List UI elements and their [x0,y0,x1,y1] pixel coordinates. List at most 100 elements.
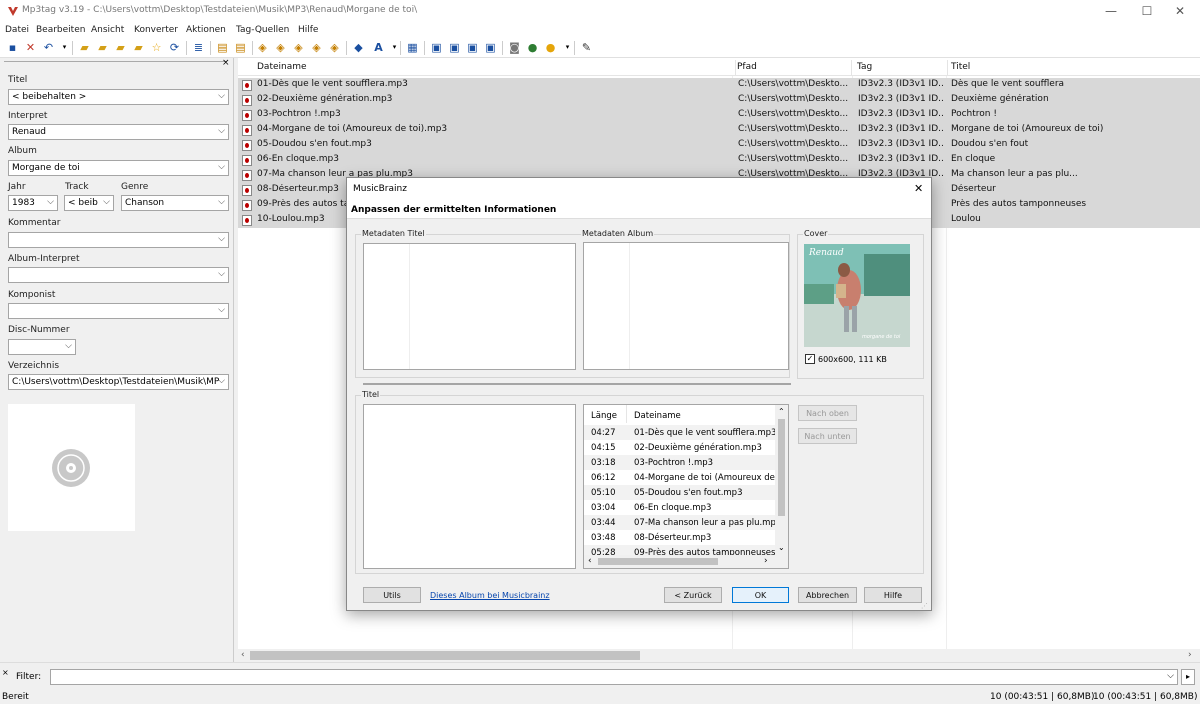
web-dropdown-icon[interactable]: ▾ [561,41,574,54]
scroll-left-icon[interactable]: ‹ [241,650,245,660]
export-icon[interactable]: ◈ [328,41,341,54]
resize-grip-icon[interactable]: ⋰ [921,602,928,610]
scroll-right-icon[interactable]: › [1188,650,1192,660]
discogs-icon[interactable]: ▣ [484,41,497,54]
column-pfad[interactable]: Pfad [732,60,852,75]
musicbrainz-album-link[interactable]: Dieses Album bei Musicbrainz [430,591,550,600]
table-row[interactable]: 03-Pochtron !.mp3 C:\Users\vottm\Deskto..… [238,108,1200,123]
dialog-close-icon[interactable]: ✕ [914,182,923,195]
scroll-down-icon[interactable]: ⌄ [778,543,785,552]
title-combo[interactable]: < beibehalten > ⌵ [8,89,229,105]
move-down-button[interactable]: Nach unten [798,428,857,444]
composer-combo[interactable]: ⌵ [8,303,229,319]
track-row[interactable]: 03:44 07-Ma chanson leur a pas plu.mp [584,515,776,530]
directory-combo[interactable]: C:\Users\vottm\Desktop\Testdateien\Musik… [8,374,229,390]
menu-datei[interactable]: Datei [5,25,29,35]
track-combo[interactable]: < beib ⌵ [64,195,114,211]
autonumber-icon[interactable]: ▦ [406,41,419,54]
tag-tag-icon[interactable]: ◈ [292,41,305,54]
playlist-icon[interactable]: ≣ [192,41,205,54]
menu-hilfe[interactable]: Hilfe [298,25,318,35]
cover-checkbox[interactable]: ✓ [805,354,815,364]
scroll-right-icon[interactable]: › [764,556,768,566]
column-dateiname[interactable]: Dateiname [252,60,736,75]
artist-combo[interactable]: Renaud ⌵ [8,124,229,140]
disc-combo[interactable]: ⌵ [8,339,76,355]
text-filename-icon[interactable]: ◈ [310,41,323,54]
back-button[interactable]: < Zurück [664,587,722,603]
move-up-button[interactable]: Nach oben [798,405,857,421]
actions-icon[interactable]: ◆ [352,41,365,54]
table-row[interactable]: 02-Deuxième génération.mp3 C:\Users\vottm… [238,93,1200,108]
open-folder-icon[interactable]: ▰ [78,41,91,54]
tracks-hscroll[interactable]: ‹ › [584,555,788,568]
menu-bearbeiten[interactable]: Bearbeiten [36,25,85,35]
save-icon[interactable]: ▪ [6,41,19,54]
undo-icon[interactable]: ↶ [42,41,55,54]
metadata-title-list[interactable] [363,243,576,370]
track-row[interactable]: 04:27 01-Dès que le vent soufflera.mp3 [584,425,776,440]
tracks-vscroll[interactable]: ⌃ ⌄ [775,405,788,555]
track-row[interactable]: 05:28 09-Près des autos tamponneuses [584,545,776,555]
col-filename[interactable]: Dateiname [634,411,681,421]
table-row[interactable]: 01-Dès que le vent soufflera.mp3 C:\Users… [238,78,1200,93]
track-row[interactable]: 03:48 08-Déserteur.mp3 [584,530,776,545]
album-artist-combo[interactable]: ⌵ [8,267,229,283]
track-row[interactable]: 05:10 05-Doudou s'en fout.mp3 [584,485,776,500]
freedb-icon[interactable]: ▣ [448,41,461,54]
horizontal-scrollbar[interactable]: ‹ › [238,649,1200,662]
folder-icon[interactable]: ▰ [114,41,127,54]
cd-icon[interactable]: ◙ [508,41,521,54]
track-row[interactable]: 03:18 03-Pochtron !.mp3 [584,455,776,470]
table-row[interactable]: 04-Morgane de toi (Amoureux de toi).mp3 C… [238,123,1200,138]
table-row[interactable]: 06-En cloque.mp3 C:\Users\vottm\Deskto...… [238,153,1200,168]
tag-edit-icon[interactable]: ▣ [430,41,443,54]
folder-star-icon[interactable]: ▰ [132,41,145,54]
filter-go-button[interactable]: ▸ [1181,669,1195,685]
menu-konverter[interactable]: Konverter [134,25,178,35]
table-row[interactable]: 05-Doudou s'en fout.mp3 C:\Users\vottm\De… [238,138,1200,153]
add-folder-icon[interactable]: ▰ [96,41,109,54]
undo-dropdown-icon[interactable]: ▾ [58,41,71,54]
column-titel[interactable]: Titel [946,60,1200,75]
genre-combo[interactable]: Chanson ⌵ [121,195,229,211]
print-icon[interactable]: ▤ [216,41,229,54]
case-icon[interactable]: A [372,41,385,54]
ok-button[interactable]: OK [732,587,789,603]
musicbrainz-icon[interactable]: ▣ [466,41,479,54]
col-length[interactable]: Länge [591,411,617,421]
metadata-album-list[interactable] [583,242,789,370]
comment-combo[interactable]: ⌵ [8,232,229,248]
year-combo[interactable]: 1983 ⌵ [8,195,58,211]
scroll-thumb[interactable] [778,419,785,516]
splitter[interactable] [363,383,791,385]
settings-icon[interactable]: ✎ [580,41,593,54]
cover-art-image[interactable]: Renaud morgane de toi [804,244,910,347]
album-combo[interactable]: Morgane de toi ⌵ [8,160,229,176]
amazon-icon[interactable]: ● [544,41,557,54]
scroll-left-icon[interactable]: ‹ [588,556,592,566]
titles-list[interactable] [363,404,576,569]
filter-close-icon[interactable]: × [2,668,9,677]
utils-button[interactable]: Utils [363,587,421,603]
delete-icon[interactable]: ✕ [24,41,37,54]
menu-ansicht[interactable]: Ansicht [91,25,124,35]
close-button[interactable]: ✕ [1160,0,1200,22]
tracks-list[interactable]: Länge Dateiname 04:27 01-Dès que le vent … [583,404,789,569]
web-icon[interactable]: ● [526,41,539,54]
filter-input[interactable]: ⌵ [50,669,1178,685]
cancel-button[interactable]: Abbrechen [798,587,857,603]
favorite-icon[interactable]: ☆ [150,41,163,54]
scrollbar-thumb[interactable] [250,651,640,660]
scroll-thumb[interactable] [598,558,718,565]
filename-tag-icon[interactable]: ◈ [274,41,287,54]
tag-filename-icon[interactable]: ◈ [256,41,269,54]
menu-tag-quellen[interactable]: Tag-Quellen [236,25,289,35]
cover-art-placeholder[interactable] [8,404,135,531]
scroll-up-icon[interactable]: ⌃ [778,407,785,416]
refresh-icon[interactable]: ⟳ [168,41,181,54]
track-row[interactable]: 04:15 02-Deuxième génération.mp3 [584,440,776,455]
track-row[interactable]: 03:04 06-En cloque.mp3 [584,500,776,515]
menu-aktionen[interactable]: Aktionen [186,25,226,35]
track-row[interactable]: 06:12 04-Morgane de toi (Amoureux de [584,470,776,485]
